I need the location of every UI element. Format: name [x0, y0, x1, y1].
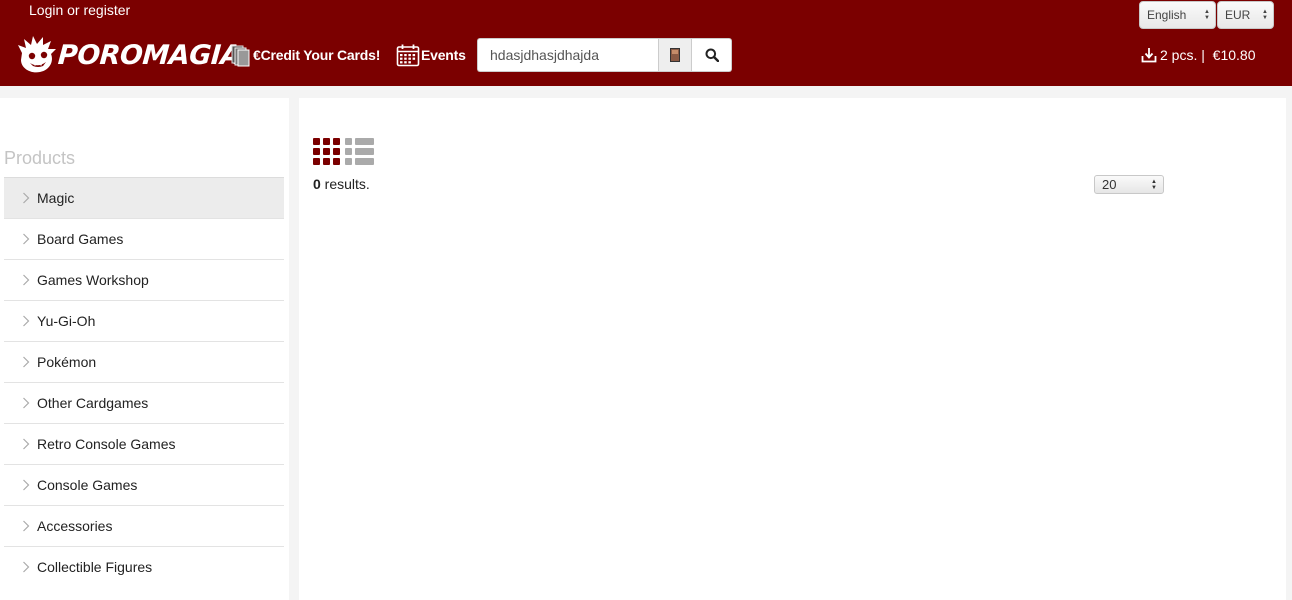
chevron-right-icon	[20, 438, 32, 450]
chevron-right-icon	[20, 397, 32, 409]
search-input[interactable]	[477, 38, 658, 72]
site-logo[interactable]: POROMAGIA	[16, 32, 242, 78]
credit-your-cards-label: €Credit Your Cards!	[253, 47, 381, 63]
list-icon	[345, 138, 374, 165]
sidebar-item-label: Pokémon	[37, 354, 97, 370]
results-count: 0 results.	[313, 176, 370, 192]
chevron-right-icon	[20, 233, 32, 245]
sidebar-item-label: Other Cardgames	[37, 395, 149, 411]
sidebar-item-collectible-figures[interactable]: Collectible Figures	[4, 546, 284, 587]
sidebar-item-label: Magic	[37, 190, 75, 206]
card-icon	[670, 48, 680, 62]
search-button[interactable]	[692, 38, 732, 72]
logo-text: POROMAGIA	[56, 39, 242, 71]
category-list: Magic Board Games Games Workshop Yu-Gi-O…	[4, 177, 284, 587]
sidebar-item-board-games[interactable]: Board Games	[4, 218, 284, 259]
sidebar-item-label: Board Games	[37, 231, 124, 247]
sidebar-item-yu-gi-oh[interactable]: Yu-Gi-Oh	[4, 300, 284, 341]
chevron-right-icon	[20, 356, 32, 368]
search-bar	[477, 38, 732, 72]
poro-mascot-icon	[18, 36, 56, 73]
select-arrows-icon: ▲ ▼	[1151, 179, 1157, 191]
products-heading: Products	[4, 148, 76, 168]
select-arrows-icon: ▲ ▼	[1204, 9, 1210, 21]
cart-summary[interactable]: 2 pcs. | €10.80	[1141, 47, 1255, 63]
card-search-button[interactable]	[658, 38, 692, 72]
grid-icon	[313, 138, 340, 165]
site-header: Login or register POROMAGIA €Credit Your…	[0, 0, 1292, 86]
chevron-right-icon	[20, 192, 32, 204]
sidebar-item-pokemon[interactable]: Pokémon	[4, 341, 284, 382]
cards-stack-icon	[231, 45, 250, 67]
chevron-right-icon	[20, 520, 32, 532]
cart-label: 2 pcs. | €10.80	[1160, 47, 1256, 63]
per-page-select[interactable]: 20 ▲ ▼	[1094, 175, 1164, 194]
sidebar-item-label: Retro Console Games	[37, 436, 176, 452]
search-icon	[705, 48, 719, 62]
calendar-icon	[396, 44, 420, 67]
grid-view-toggle[interactable]	[313, 138, 340, 165]
currency-select[interactable]: EUR ▲ ▼	[1217, 1, 1274, 29]
results-suffix: results.	[320, 176, 370, 192]
chevron-right-icon	[20, 274, 32, 286]
sidebar-item-console-games[interactable]: Console Games	[4, 464, 284, 505]
sidebar-item-label: Console Games	[37, 477, 138, 493]
events-label: Events	[421, 47, 466, 63]
chevron-right-icon	[20, 561, 32, 573]
sidebar-item-other-cardgames[interactable]: Other Cardgames	[4, 382, 284, 423]
sidebar-item-magic[interactable]: Magic	[4, 177, 284, 218]
sidebar-item-label: Accessories	[37, 518, 113, 534]
results-number: 0	[313, 176, 321, 192]
sidebar-item-label: Games Workshop	[37, 272, 149, 288]
per-page-value: 20	[1102, 177, 1117, 192]
list-view-toggle[interactable]	[345, 138, 374, 165]
credit-your-cards-link[interactable]: €Credit Your Cards!	[230, 43, 380, 67]
chevron-right-icon	[20, 479, 32, 491]
sidebar-item-label: Collectible Figures	[37, 559, 153, 575]
login-register-link[interactable]: Login or register	[29, 2, 130, 18]
sidebar-item-label: Yu-Gi-Oh	[37, 313, 96, 329]
events-link[interactable]: Events	[396, 43, 466, 67]
sidebar-item-accessories[interactable]: Accessories	[4, 505, 284, 546]
chevron-right-icon	[20, 315, 32, 327]
currency-value: EUR	[1225, 8, 1251, 22]
select-arrows-icon: ▲ ▼	[1262, 9, 1268, 21]
sidebar-item-retro-console-games[interactable]: Retro Console Games	[4, 423, 284, 464]
language-select[interactable]: English ▲ ▼	[1139, 1, 1216, 29]
language-value: English	[1147, 8, 1187, 22]
main-panel	[299, 98, 1286, 600]
cart-download-icon	[1141, 48, 1157, 63]
sidebar-item-games-workshop[interactable]: Games Workshop	[4, 259, 284, 300]
